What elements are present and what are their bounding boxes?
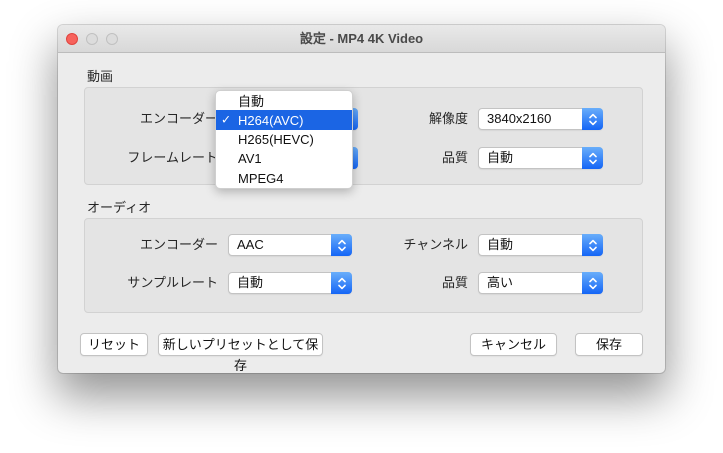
video-quality-select[interactable]: 自動 <box>478 147 603 169</box>
video-resolution-value: 3840x2160 <box>487 109 578 129</box>
video-group-box <box>84 87 643 185</box>
audio-encoder-value: AAC <box>237 235 327 255</box>
audio-samplerate-label: サンプルレート <box>78 272 218 294</box>
audio-section-label: オーディオ <box>87 197 151 216</box>
save-as-preset-button[interactable]: 新しいプリセットとして保存 <box>158 333 323 356</box>
chevron-up-down-icon <box>582 272 603 294</box>
audio-quality-value: 高い <box>487 273 578 293</box>
chevron-up-down-icon <box>582 108 603 130</box>
menu-item-mpeg4[interactable]: MPEG4 <box>216 169 352 188</box>
menu-item-av1[interactable]: AV1 <box>216 149 352 168</box>
save-button[interactable]: 保存 <box>575 333 643 356</box>
menu-item-h264[interactable]: ✓ H264(AVC) <box>216 110 352 129</box>
menu-item-auto[interactable]: 自動 <box>216 91 352 110</box>
desktop-background: 設定 - MP4 4K Video 動画 エンコーダー フレームレート 解像度 … <box>0 0 723 453</box>
audio-samplerate-value: 自動 <box>237 273 327 293</box>
audio-channel-value: 自動 <box>487 235 578 255</box>
menu-item-label: H264(AVC) <box>238 113 304 128</box>
video-quality-value: 自動 <box>487 148 578 168</box>
menu-item-label: 自動 <box>238 91 264 110</box>
chevron-up-down-icon <box>582 147 603 169</box>
audio-group-box <box>84 218 643 313</box>
audio-samplerate-select[interactable]: 自動 <box>228 272 352 294</box>
checkmark-icon: ✓ <box>221 113 231 127</box>
audio-encoder-label: エンコーダー <box>78 234 218 256</box>
menu-item-h265[interactable]: H265(HEVC) <box>216 130 352 149</box>
chevron-up-down-icon <box>331 234 352 256</box>
settings-window: 設定 - MP4 4K Video 動画 エンコーダー フレームレート 解像度 … <box>58 25 665 373</box>
video-section-label: 動画 <box>87 66 113 85</box>
video-resolution-select[interactable]: 3840x2160 <box>478 108 603 130</box>
chevron-up-down-icon <box>582 234 603 256</box>
menu-item-label: MPEG4 <box>238 171 284 186</box>
chevron-up-down-icon <box>331 272 352 294</box>
audio-quality-select[interactable]: 高い <box>478 272 603 294</box>
encoder-dropdown-menu: 自動 ✓ H264(AVC) H265(HEVC) AV1 MPEG4 <box>215 90 353 189</box>
audio-encoder-select[interactable]: AAC <box>228 234 352 256</box>
video-framerate-label: フレームレート <box>78 147 218 169</box>
reset-button[interactable]: リセット <box>80 333 148 356</box>
audio-channel-select[interactable]: 自動 <box>478 234 603 256</box>
menu-item-label: H265(HEVC) <box>238 132 314 147</box>
window-title: 設定 - MP4 4K Video <box>58 25 665 53</box>
video-encoder-label: エンコーダー <box>78 108 218 130</box>
menu-item-label: AV1 <box>238 151 262 166</box>
title-bar[interactable]: 設定 - MP4 4K Video <box>58 25 665 53</box>
cancel-button[interactable]: キャンセル <box>470 333 557 356</box>
